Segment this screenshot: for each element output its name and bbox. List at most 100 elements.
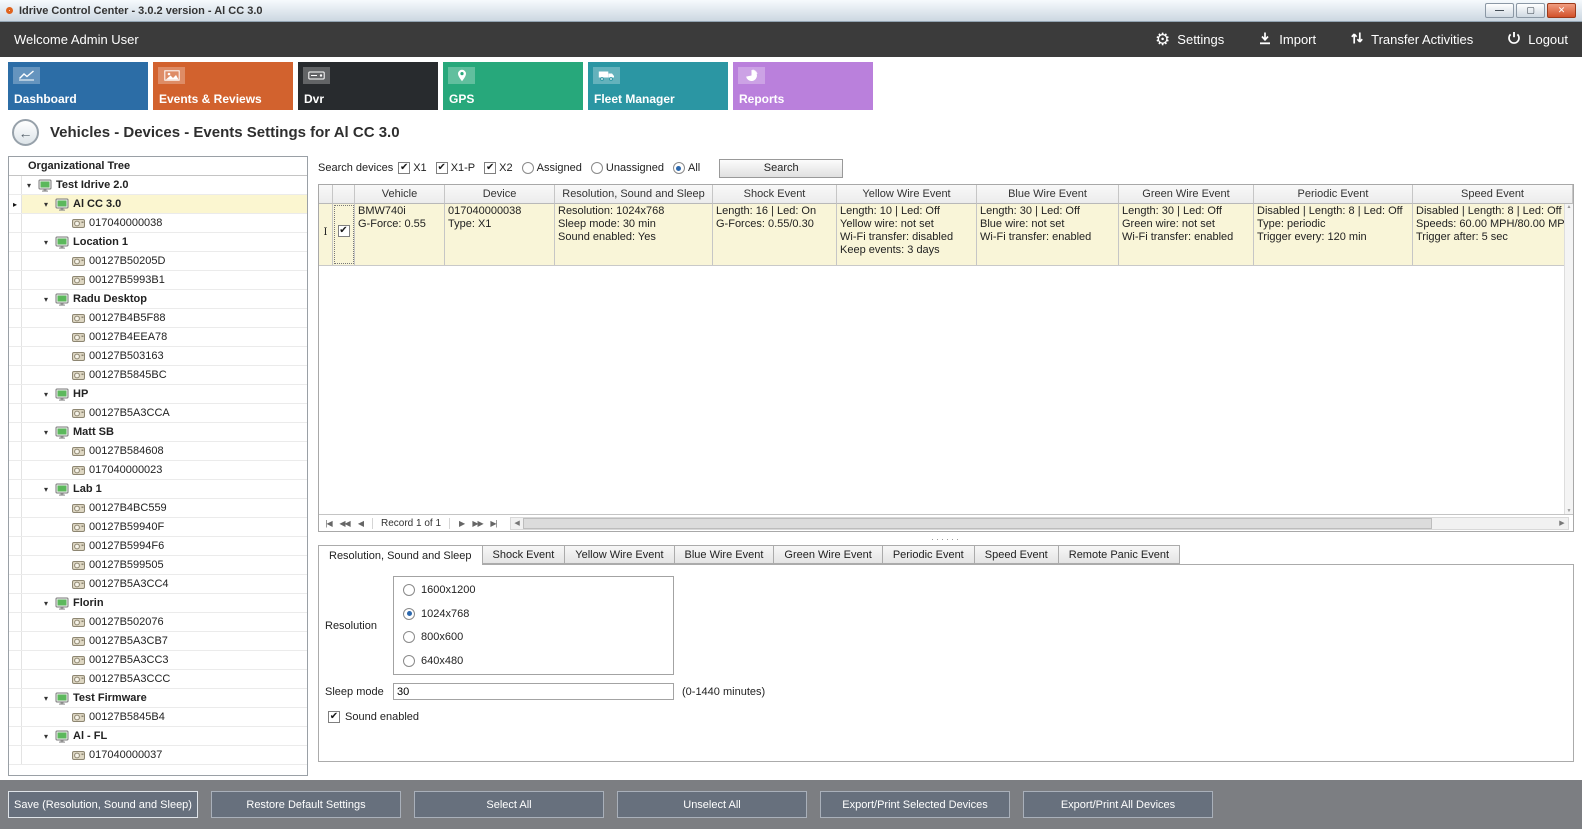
tree-row-00127b5a3cc4[interactable]: 00127B5A3CC4 xyxy=(9,575,307,594)
tree-row-017040000037[interactable]: 017040000037 xyxy=(9,746,307,765)
expander-icon[interactable]: ▾ xyxy=(41,390,51,399)
radio-640x480[interactable] xyxy=(403,655,415,667)
column-header-yellow-wire-event[interactable]: Yellow Wire Event xyxy=(837,185,977,204)
grid-horizontal-scrollbar[interactable]: ◀▶ xyxy=(510,517,1569,530)
expander-icon[interactable]: ▾ xyxy=(41,599,51,608)
nav-tile-reports[interactable]: Reports xyxy=(733,62,873,110)
tree-row-00127b584608[interactable]: 00127B584608 xyxy=(9,442,307,461)
tree-row-00127b5845b4[interactable]: 00127B5845B4 xyxy=(9,708,307,727)
nav-prev-button[interactable]: ◀ xyxy=(353,516,368,530)
minimize-button[interactable]: — xyxy=(1485,3,1514,18)
radio-1024x768[interactable] xyxy=(403,608,415,620)
close-button[interactable]: ✕ xyxy=(1547,3,1576,18)
topbar-action-settings[interactable]: ⚙Settings xyxy=(1155,31,1224,48)
expander-icon[interactable]: ▾ xyxy=(41,694,51,703)
tree-row-00127b5a3cc3[interactable]: 00127B5A3CC3 xyxy=(9,651,307,670)
nav-next-button[interactable]: ▶| xyxy=(486,516,501,530)
tree-row-florin[interactable]: ▾Florin xyxy=(9,594,307,613)
resolution-option-1024x768[interactable]: 1024x768 xyxy=(403,608,664,620)
grid-vertical-scrollbar[interactable] xyxy=(1564,204,1573,514)
tree-row-radu-desktop[interactable]: ▾Radu Desktop xyxy=(9,290,307,309)
sound-enabled-checkbox[interactable] xyxy=(328,711,340,723)
footer-button-restore-default-settings[interactable]: Restore Default Settings xyxy=(211,791,401,818)
resolution-option-640x480[interactable]: 640x480 xyxy=(403,655,664,667)
resolution-option-800x600[interactable]: 800x600 xyxy=(403,631,664,643)
tree-row-017040000023[interactable]: 017040000023 xyxy=(9,461,307,480)
footer-button-export-print-selected-devices[interactable]: Export/Print Selected Devices xyxy=(820,791,1010,818)
expander-icon[interactable]: ▾ xyxy=(41,295,51,304)
tree-row-00127b5a3cb7[interactable]: 00127B5A3CB7 xyxy=(9,632,307,651)
splitter-handle[interactable] xyxy=(318,534,1574,543)
tab-green-wire-event[interactable]: Green Wire Event xyxy=(774,545,882,564)
column-header-speed-event[interactable]: Speed Event xyxy=(1413,185,1573,204)
nav-tile-gps[interactable]: GPS xyxy=(443,62,583,110)
tree-row-00127b5845bc[interactable]: 00127B5845BC xyxy=(9,366,307,385)
tab-periodic-event[interactable]: Periodic Event xyxy=(883,545,975,564)
tree-row-matt-sb[interactable]: ▾Matt SB xyxy=(9,423,307,442)
nav-prev-button[interactable]: |◀ xyxy=(321,516,336,530)
column-header-vehicle[interactable]: Vehicle xyxy=(355,185,445,204)
tree-row-00127b502076[interactable]: 00127B502076 xyxy=(9,613,307,632)
topbar-action-import[interactable]: Import xyxy=(1258,31,1316,48)
column-header-shock-event[interactable]: Shock Event xyxy=(713,185,837,204)
tab-resolution-sound-and-sleep[interactable]: Resolution, Sound and Sleep xyxy=(318,545,483,565)
tree-row-test-firmware[interactable]: ▾Test Firmware xyxy=(9,689,307,708)
radio-800x600[interactable] xyxy=(403,631,415,643)
tree-row-00127b4eea78[interactable]: 00127B4EEA78 xyxy=(9,328,307,347)
expander-icon[interactable]: ▾ xyxy=(41,428,51,437)
resolution-option-1600x1200[interactable]: 1600x1200 xyxy=(403,584,664,596)
radio-all[interactable] xyxy=(673,162,685,174)
tree-row-00127b5a3cca[interactable]: 00127B5A3CCA xyxy=(9,404,307,423)
sleep-mode-input[interactable] xyxy=(393,683,674,700)
tree-row-00127b50205d[interactable]: 00127B50205D xyxy=(9,252,307,271)
footer-button-select-all[interactable]: Select All xyxy=(414,791,604,818)
nav-prev-button[interactable]: ◀◀ xyxy=(337,516,352,530)
checkbox-x1-p[interactable] xyxy=(436,162,448,174)
tree-row-al-cc-3-0[interactable]: ▸▾Al CC 3.0 xyxy=(9,195,307,214)
expander-icon[interactable]: ▾ xyxy=(41,485,51,494)
radio-assigned[interactable] xyxy=(522,162,534,174)
tree-row-location-1[interactable]: ▾Location 1 xyxy=(9,233,307,252)
nav-tile-dashboard[interactable]: Dashboard xyxy=(8,62,148,110)
search-button[interactable]: Search xyxy=(719,159,843,178)
tree-row-00127b59940f[interactable]: 00127B59940F xyxy=(9,518,307,537)
footer-button-save-resolution-sound-and-sleep[interactable]: Save (Resolution, Sound and Sleep) xyxy=(8,791,198,818)
column-header-periodic-event[interactable]: Periodic Event xyxy=(1254,185,1413,204)
row-checkbox[interactable] xyxy=(338,225,350,237)
tree-row-test-idrive-2-0[interactable]: ▾Test Idrive 2.0 xyxy=(9,176,307,195)
radio-unassigned[interactable] xyxy=(591,162,603,174)
device-row[interactable]: IBMW740iG-Force: 0.55017040000038Type: X… xyxy=(319,204,1573,266)
maximize-button[interactable]: ▢ xyxy=(1516,3,1545,18)
column-header-blue-wire-event[interactable]: Blue Wire Event xyxy=(977,185,1119,204)
topbar-action-transfer-activities[interactable]: Transfer Activities xyxy=(1350,31,1473,48)
checkbox-x2[interactable] xyxy=(484,162,496,174)
nav-next-button[interactable]: ▶▶ xyxy=(470,516,485,530)
tree-row-lab-1[interactable]: ▾Lab 1 xyxy=(9,480,307,499)
window-titlebar[interactable]: Idrive Control Center - 3.0.2 version - … xyxy=(0,0,1582,22)
tree-row-00127b5993b1[interactable]: 00127B5993B1 xyxy=(9,271,307,290)
tree-row-017040000038[interactable]: 017040000038 xyxy=(9,214,307,233)
tree-row-hp[interactable]: ▾HP xyxy=(9,385,307,404)
tree-row-00127b5a3ccc[interactable]: 00127B5A3CCC xyxy=(9,670,307,689)
column-header-green-wire-event[interactable]: Green Wire Event xyxy=(1119,185,1254,204)
tree-row-00127b4b5f88[interactable]: 00127B4B5F88 xyxy=(9,309,307,328)
tab-shock-event[interactable]: Shock Event xyxy=(483,545,566,564)
tab-remote-panic-event[interactable]: Remote Panic Event xyxy=(1059,545,1180,564)
tab-yellow-wire-event[interactable]: Yellow Wire Event xyxy=(565,545,674,564)
nav-tile-fleet-manager[interactable]: Fleet Manager xyxy=(588,62,728,110)
nav-tile-dvr[interactable]: Dvr xyxy=(298,62,438,110)
checkbox-x1[interactable] xyxy=(398,162,410,174)
footer-button-unselect-all[interactable]: Unselect All xyxy=(617,791,807,818)
scroll-right-icon[interactable]: ▶ xyxy=(1556,518,1568,529)
tab-speed-event[interactable]: Speed Event xyxy=(975,545,1059,564)
column-header-device[interactable]: Device xyxy=(445,185,555,204)
nav-next-button[interactable]: ▶ xyxy=(454,516,469,530)
nav-tile-events-reviews[interactable]: Events & Reviews xyxy=(153,62,293,110)
column-header-resolution-sound-and-sleep[interactable]: Resolution, Sound and Sleep xyxy=(555,185,713,204)
radio-1600x1200[interactable] xyxy=(403,584,415,596)
back-button[interactable] xyxy=(12,119,39,146)
scroll-left-icon[interactable]: ◀ xyxy=(511,518,523,529)
topbar-action-logout[interactable]: Logout xyxy=(1507,31,1568,48)
expander-icon[interactable]: ▾ xyxy=(41,200,51,209)
tree-row-00127b5994f6[interactable]: 00127B5994F6 xyxy=(9,537,307,556)
